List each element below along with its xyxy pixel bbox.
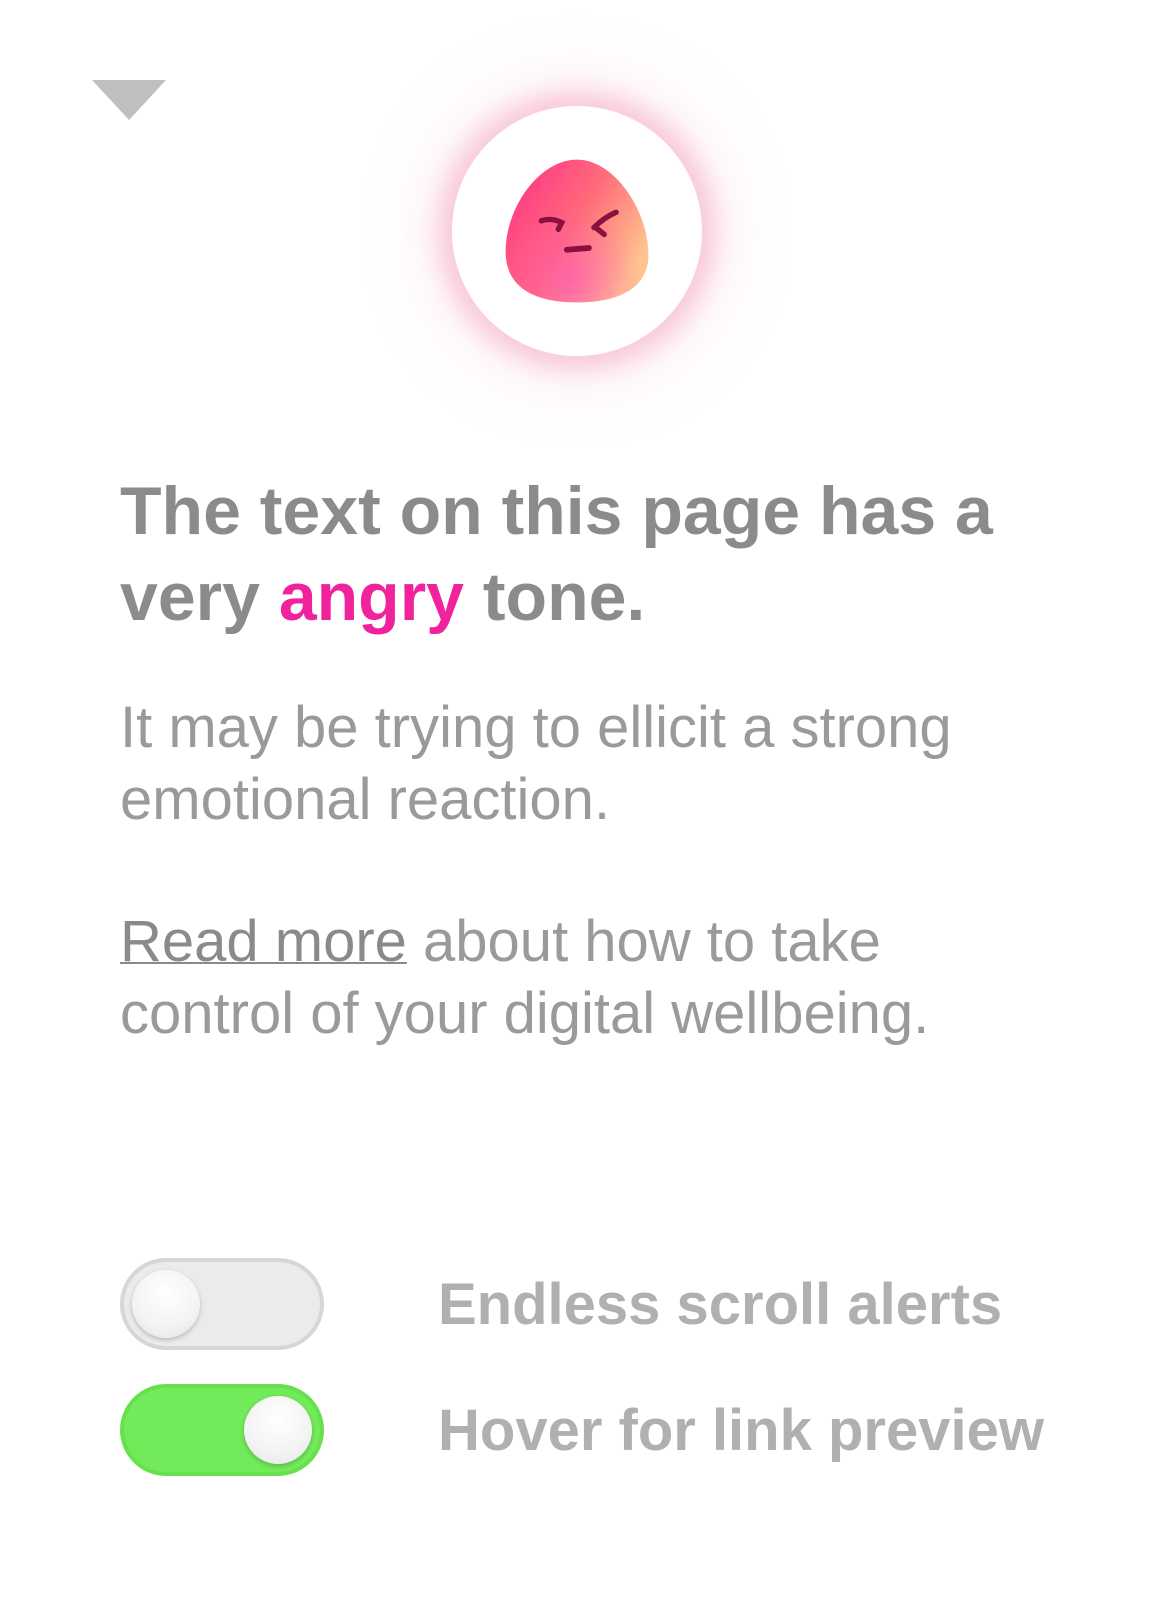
headline-text-end: tone.	[464, 559, 646, 635]
emotion-badge	[452, 106, 702, 356]
tone-keyword: angry	[278, 559, 464, 635]
angry-face-icon	[505, 159, 649, 303]
toggle-knob	[244, 1396, 312, 1464]
collapse-triangle-icon[interactable]	[92, 80, 166, 120]
tone-headline: The text on this page has a very angry t…	[120, 468, 1040, 640]
read-more-link[interactable]: Read more	[120, 909, 407, 974]
endless-scroll-label: Endless scroll alerts	[438, 1271, 1003, 1337]
toggle-knob	[132, 1270, 200, 1338]
setting-endless-scroll: Endless scroll alerts	[120, 1258, 1080, 1350]
tone-explanation: It may be trying to ellicit a strong emo…	[120, 695, 952, 832]
link-preview-label: Hover for link preview	[438, 1397, 1044, 1463]
setting-link-preview: Hover for link preview	[120, 1384, 1080, 1476]
wellbeing-info: Read more about how to take control of y…	[120, 906, 1040, 1050]
endless-scroll-toggle[interactable]	[120, 1258, 324, 1350]
link-preview-toggle[interactable]	[120, 1384, 324, 1476]
